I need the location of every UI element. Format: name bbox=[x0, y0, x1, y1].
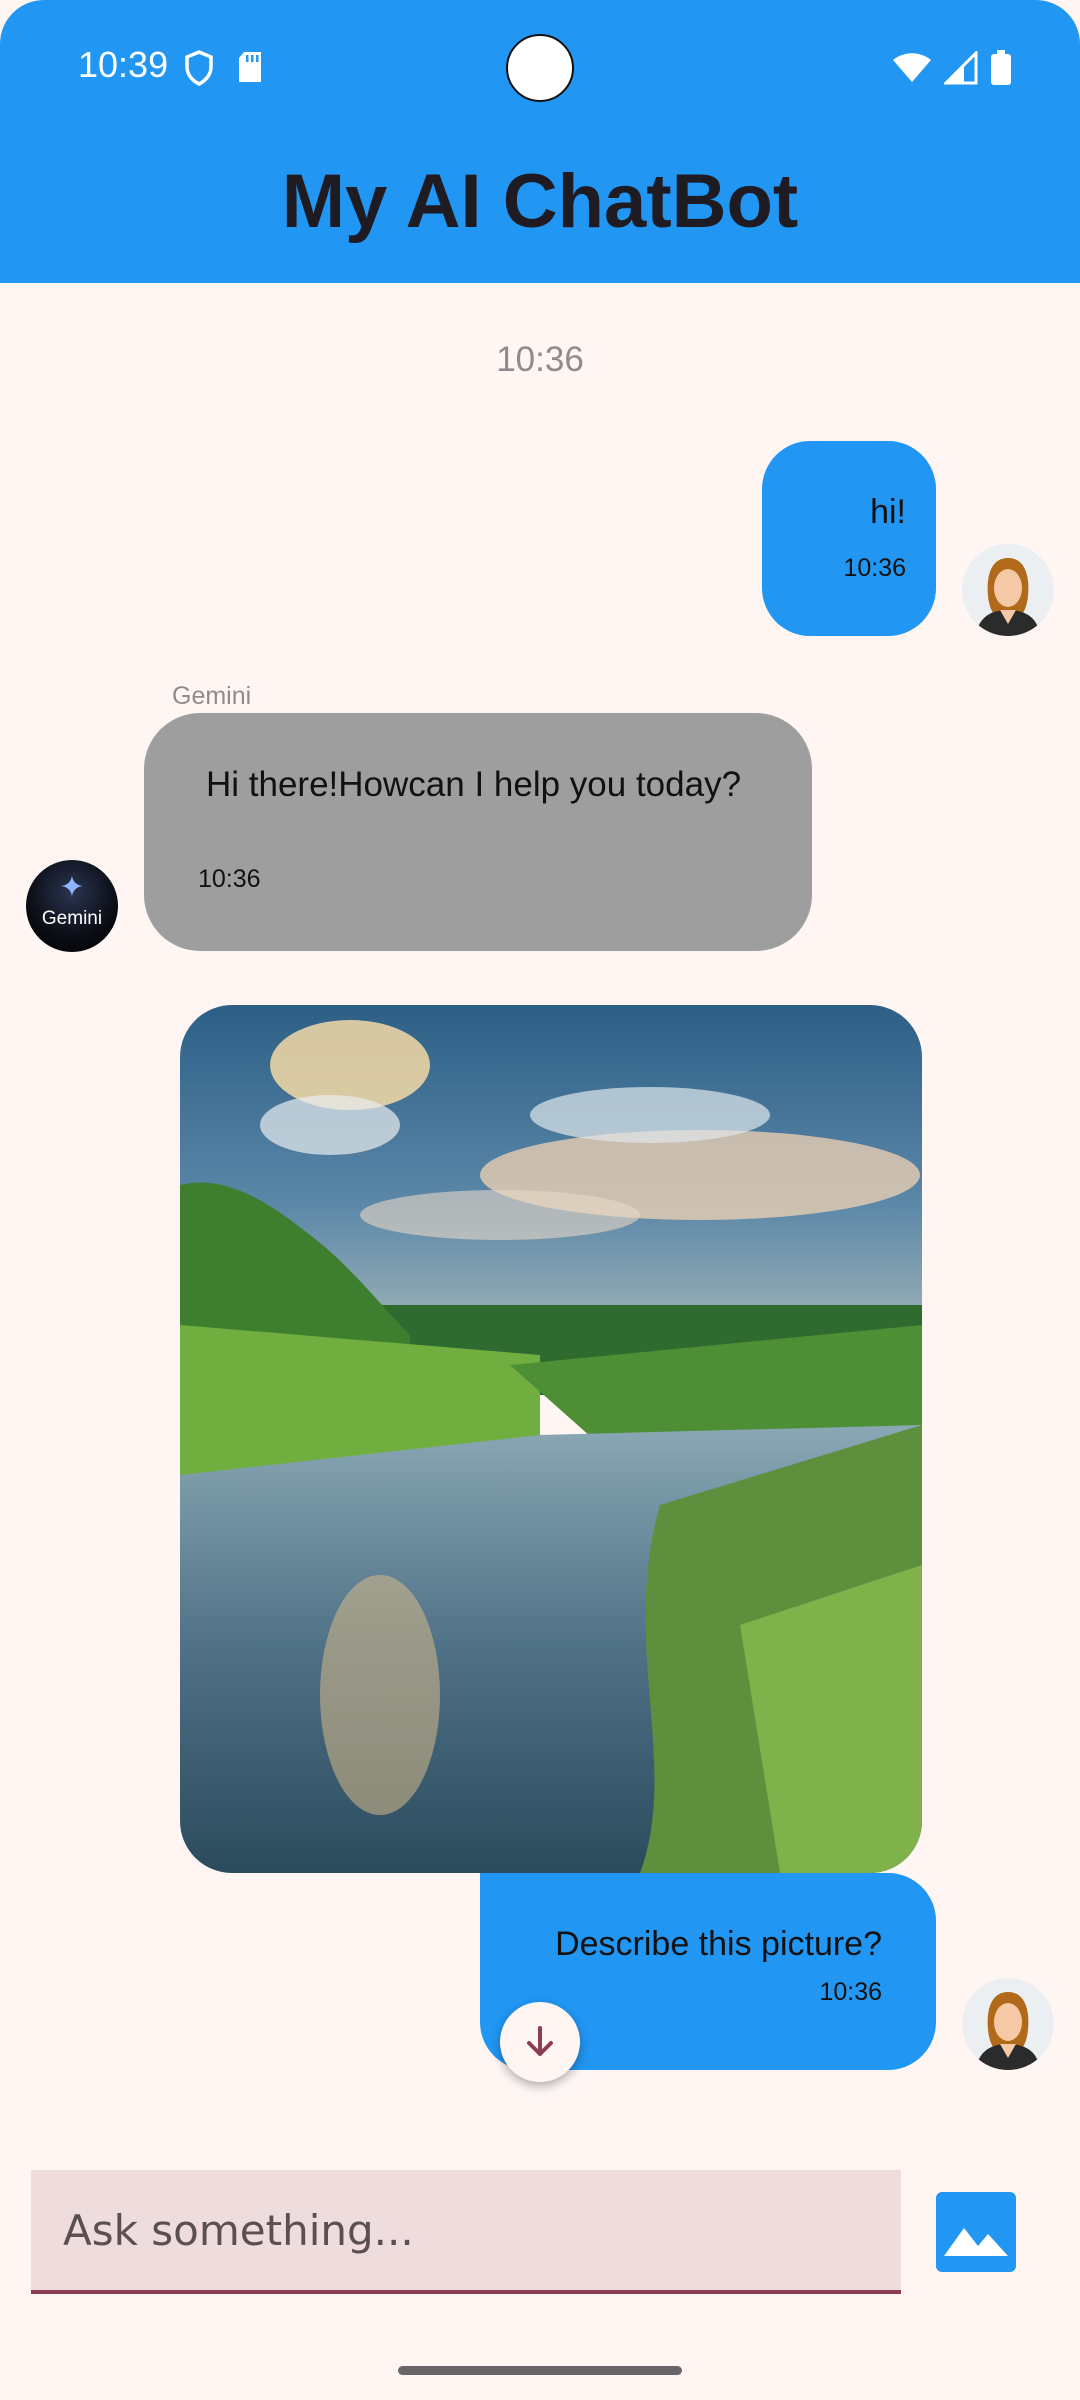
message-time: 10:36 bbox=[843, 554, 906, 582]
photo-image bbox=[180, 1005, 922, 1873]
message-time: 10:36 bbox=[198, 865, 261, 893]
battery-icon bbox=[991, 50, 1011, 85]
bot-message-bubble: Hi there!Howcan I help you today? 10:36 bbox=[144, 713, 812, 951]
status-icons-left bbox=[184, 50, 264, 86]
attach-image-button[interactable] bbox=[936, 2192, 1016, 2272]
message-text: hi! bbox=[870, 493, 906, 531]
message-text: Describe this picture? bbox=[555, 1925, 882, 1963]
shield-icon bbox=[185, 50, 213, 86]
user-avatar-icon bbox=[962, 544, 1054, 636]
wifi-icon bbox=[893, 53, 931, 82]
message-text: Hi there!Howcan I help you today? bbox=[206, 765, 742, 804]
camera-cutout bbox=[506, 34, 574, 102]
home-indicator[interactable] bbox=[398, 2366, 682, 2375]
bot-avatar-label: Gemini bbox=[41, 908, 103, 929]
sparkle-icon: ✦ bbox=[59, 871, 85, 904]
page-title: My AI ChatBot bbox=[281, 159, 799, 244]
app-bar: 10:39 My AI ChatBot bbox=[0, 0, 1080, 283]
arrow-down-icon bbox=[527, 2026, 553, 2056]
sd-card-icon bbox=[239, 52, 261, 82]
scroll-to-bottom-button[interactable] bbox=[500, 2002, 580, 2082]
signal-icon bbox=[944, 51, 978, 85]
landscape-photo[interactable] bbox=[180, 1005, 922, 1873]
message-input-container[interactable] bbox=[31, 2170, 901, 2294]
user-message-bubble: hi! 10:36 bbox=[762, 441, 936, 636]
status-time: 10:39 bbox=[78, 44, 169, 85]
bot-avatar: ✦ Gemini bbox=[26, 860, 118, 952]
status-icons-right bbox=[892, 50, 1012, 86]
user-avatar-icon bbox=[962, 1978, 1054, 2070]
image-icon bbox=[936, 2192, 1016, 2272]
date-separator: 10:36 bbox=[496, 340, 584, 379]
sender-name: Gemini bbox=[172, 682, 252, 710]
user-avatar bbox=[962, 1978, 1054, 2070]
message-input[interactable] bbox=[61, 2170, 885, 2290]
user-avatar bbox=[962, 544, 1054, 636]
